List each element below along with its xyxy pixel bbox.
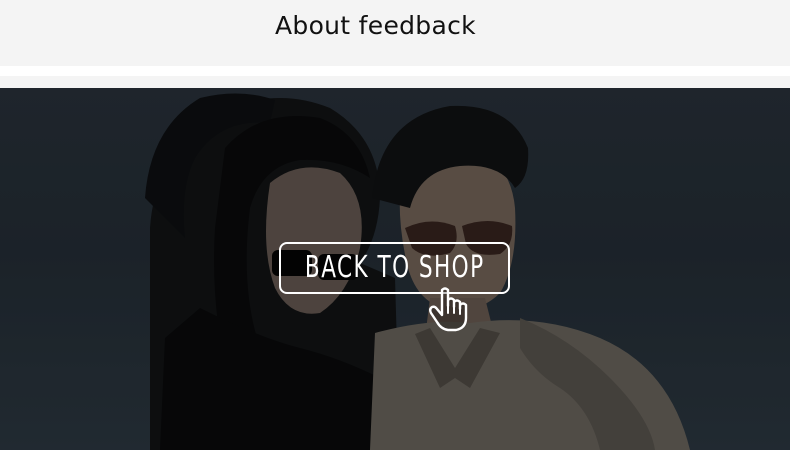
separator-band [0, 76, 790, 88]
back-to-shop-label: BACK TO SHOP [304, 250, 485, 285]
footer-spacer [0, 450, 790, 456]
pointing-hand-icon [429, 287, 468, 332]
page-title: About feedback [275, 11, 476, 40]
page-header: About feedback [0, 0, 790, 66]
back-to-shop-button[interactable]: BACK TO SHOP [279, 242, 510, 294]
divider [0, 66, 790, 76]
